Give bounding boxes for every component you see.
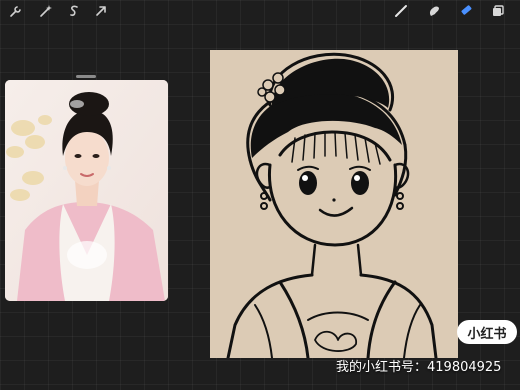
- magic-wand-icon[interactable]: [38, 3, 54, 19]
- reference-photo[interactable]: [5, 80, 168, 301]
- smudge-icon[interactable]: [426, 3, 442, 19]
- top-toolbar: [0, 0, 520, 22]
- reference-window-handle[interactable]: [76, 75, 96, 78]
- xiaohongshu-badge: 小红书: [457, 320, 517, 344]
- selection-icon[interactable]: [66, 3, 82, 19]
- brush-icon[interactable]: [393, 3, 409, 19]
- transform-arrow-icon[interactable]: [93, 3, 109, 19]
- drawing-canvas[interactable]: [210, 50, 458, 358]
- eraser-icon[interactable]: [458, 3, 474, 19]
- layers-icon[interactable]: [490, 3, 506, 19]
- watermark-id-text: 我的小红书号：419804925: [336, 360, 502, 375]
- wrench-icon[interactable]: [8, 3, 24, 19]
